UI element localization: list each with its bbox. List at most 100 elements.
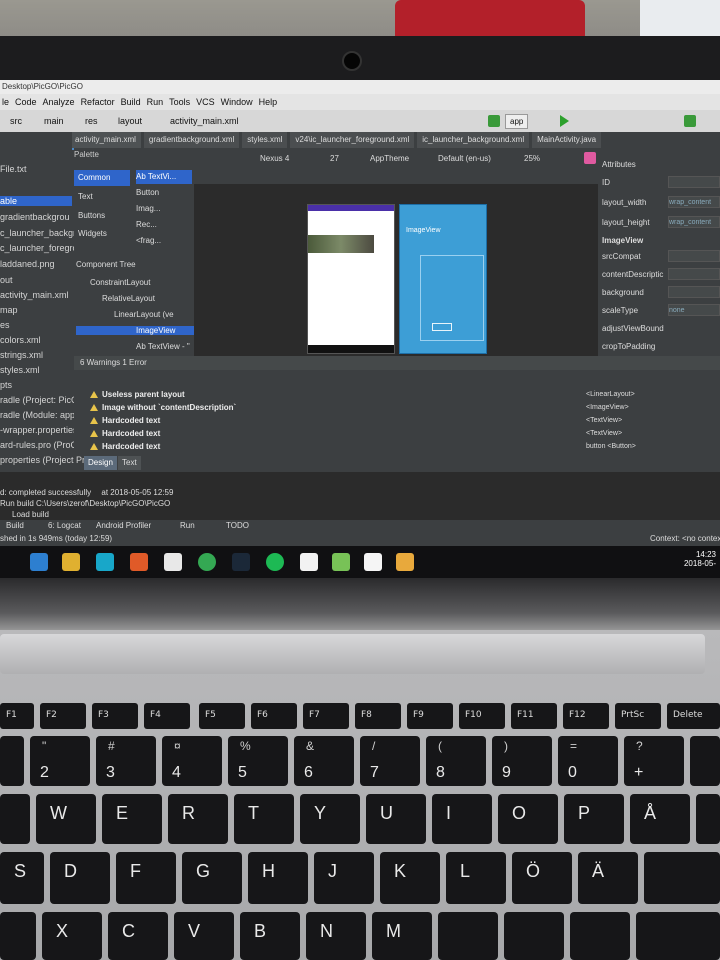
project-item[interactable]: radle (Module: app) [0, 410, 78, 420]
key-5[interactable]: % 5 [228, 736, 288, 786]
key-b[interactable]: B [240, 912, 300, 960]
key-f7[interactable]: F7 [303, 703, 349, 729]
message-row[interactable]: Useless parent layout [90, 390, 185, 399]
key-u[interactable]: U [366, 794, 426, 844]
attr-layout-width-field[interactable]: wrap_content [668, 196, 720, 208]
project-item[interactable]: c_launcher_backgro [0, 228, 81, 238]
breadcrumb-res[interactable]: res [85, 110, 98, 132]
palette-item-imageview[interactable]: Imag... [136, 202, 192, 216]
locale-select[interactable]: Default (en-us) [438, 154, 491, 163]
key-l[interactable]: L [446, 852, 506, 904]
project-item[interactable]: es [0, 320, 10, 330]
attr-srccompat-field[interactable] [668, 250, 720, 262]
key-f8[interactable]: F8 [355, 703, 401, 729]
message-row[interactable]: Image without `contentDescription` [90, 403, 236, 412]
key-a-ring[interactable]: Å [630, 794, 690, 844]
project-item[interactable]: able [0, 196, 72, 206]
menu-code[interactable]: Code [15, 94, 37, 110]
run-config-select[interactable]: app [505, 114, 529, 129]
key-4[interactable]: ¤ 4 [162, 736, 222, 786]
menu-build[interactable]: Build [121, 94, 141, 110]
spotify-icon[interactable] [266, 553, 284, 571]
blueprint-preview[interactable]: ImageView [399, 204, 487, 354]
tab-ic-launcher-background[interactable]: ic_launcher_background.xml [417, 132, 530, 148]
palette-color-icon[interactable] [584, 152, 596, 164]
key-7[interactable]: /7 [360, 736, 420, 786]
key-i[interactable]: I [432, 794, 492, 844]
key-h[interactable]: H [248, 852, 308, 904]
key-1[interactable] [0, 736, 24, 786]
tree-node[interactable]: RelativeLayout [102, 294, 155, 303]
key-o[interactable]: O [498, 794, 558, 844]
project-item[interactable]: -wrapper.properties [0, 425, 78, 435]
tree-node[interactable]: Ab TextView - " [136, 342, 190, 351]
key-f4[interactable]: F4 [144, 703, 190, 729]
key-3[interactable]: #3 [96, 736, 156, 786]
project-item[interactable]: properties (Project Pr [0, 455, 85, 465]
menu-run[interactable]: Run [147, 94, 164, 110]
menu-refactor[interactable]: Refactor [81, 94, 115, 110]
key-z[interactable] [0, 912, 36, 960]
key-f10[interactable]: F10 [459, 703, 505, 729]
attr-scaletype-select[interactable]: none [668, 304, 720, 316]
key-accent[interactable] [690, 736, 720, 786]
key-p[interactable]: P [564, 794, 624, 844]
key-f9[interactable]: F9 [407, 703, 453, 729]
tree-node[interactable]: ConstraintLayout [90, 278, 150, 287]
notes-icon[interactable] [300, 553, 318, 571]
attr-layout-height-field[interactable]: wrap_content [668, 216, 720, 228]
mail-icon[interactable] [164, 553, 182, 571]
palette-item-fragment[interactable]: <frag... [136, 234, 192, 248]
project-item[interactable]: radle (Project: PicG [0, 395, 78, 405]
key-umlaut[interactable] [696, 794, 720, 844]
key-j[interactable]: J [314, 852, 374, 904]
key-g[interactable]: G [182, 852, 242, 904]
project-item[interactable]: c_launcher_foregrou [0, 243, 83, 253]
key-9[interactable]: ) 9 [492, 736, 552, 786]
key-q[interactable] [0, 794, 30, 844]
menu-analyze[interactable]: Analyze [43, 94, 75, 110]
store-icon[interactable] [62, 553, 80, 571]
key-2[interactable]: " 2 [30, 736, 90, 786]
palette-category-common[interactable]: Common [74, 170, 130, 186]
tool-todo[interactable]: TODO [226, 521, 249, 530]
breadcrumb-src[interactable]: src [10, 110, 22, 132]
key-shift-right[interactable] [636, 912, 720, 960]
key-v[interactable]: V [174, 912, 234, 960]
key-6[interactable]: & 6 [294, 736, 354, 786]
message-row[interactable]: Hardcoded text [90, 416, 160, 425]
key-f1[interactable]: F1 [0, 703, 34, 729]
key-c[interactable]: C [108, 912, 168, 960]
breadcrumb-main[interactable]: main [44, 110, 64, 132]
tool-build[interactable]: Build [6, 521, 24, 530]
key-apostrophe[interactable] [644, 852, 720, 904]
tab-design[interactable]: Design [84, 456, 117, 470]
steam-icon[interactable] [232, 553, 250, 571]
project-item[interactable]: laddaned.png [0, 259, 55, 269]
run-icon[interactable] [560, 115, 569, 127]
project-item[interactable]: gradientbackgrou [0, 212, 70, 222]
menu-file[interactable]: le [2, 94, 9, 110]
key-f6[interactable]: F6 [251, 703, 297, 729]
key-delete[interactable]: Delete [667, 703, 720, 729]
attr-contentdescription-field[interactable] [668, 268, 720, 280]
key-o-umlaut[interactable]: Ö [512, 852, 572, 904]
project-item[interactable]: styles.xml [0, 365, 40, 375]
theme-select[interactable]: AppTheme [370, 154, 409, 163]
key-f11[interactable]: F11 [511, 703, 557, 729]
key-0[interactable]: = 0 [558, 736, 618, 786]
android-studio-icon[interactable] [332, 553, 350, 571]
breadcrumb-layout[interactable]: layout [118, 110, 142, 132]
app-icon[interactable] [364, 553, 382, 571]
key-f3[interactable]: F3 [92, 703, 138, 729]
menu-vcs[interactable]: VCS [196, 94, 215, 110]
project-item[interactable]: activity_main.xml [0, 290, 69, 300]
key-f[interactable]: F [116, 852, 176, 904]
tab-gradientbackground[interactable]: gradientbackground.xml [143, 132, 240, 148]
file-explorer-icon[interactable] [30, 553, 48, 571]
tool-logcat[interactable]: 6: Logcat [48, 521, 81, 530]
tool-android-profiler[interactable]: Android Profiler [96, 521, 151, 530]
project-item[interactable]: strings.xml [0, 350, 43, 360]
key-comma[interactable] [438, 912, 498, 960]
tree-node-selected[interactable]: ImageView [76, 326, 194, 335]
